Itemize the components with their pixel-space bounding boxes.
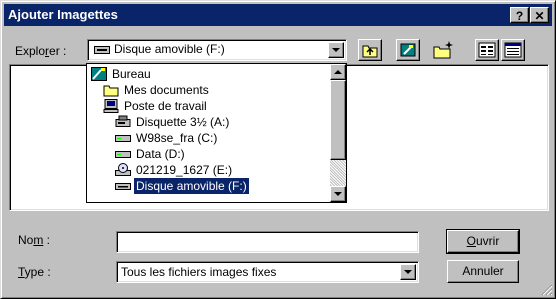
list-view-icon — [478, 42, 496, 58]
folder-icon — [103, 85, 119, 97]
explorer-dropdown-button[interactable] — [328, 42, 344, 58]
up-folder-icon — [362, 45, 378, 58]
scroll-thumb[interactable] — [330, 80, 346, 160]
filename-input[interactable] — [116, 231, 419, 253]
explorer-label: Explorer : — [15, 44, 67, 58]
desktop-icon — [400, 43, 416, 57]
filetype-select[interactable]: Tous les fichiers images fixes — [116, 261, 419, 283]
dropdown-scrollbar[interactable] — [330, 64, 346, 202]
help-button[interactable]: ? — [510, 7, 529, 23]
computer-icon — [103, 99, 119, 113]
up-folder-button[interactable] — [358, 39, 382, 61]
new-folder-icon — [433, 41, 453, 59]
filetype-dropdown-button[interactable] — [400, 264, 416, 280]
desktop-icon — [91, 67, 107, 81]
drive-icon — [115, 135, 131, 142]
details-view-icon — [504, 42, 522, 58]
resize-grip-icon[interactable] — [541, 284, 553, 296]
floppy-icon — [115, 115, 131, 127]
filetype-value: Tous les fichiers images fixes — [121, 265, 277, 279]
explorer-value: Disque amovible (F:) — [114, 42, 225, 56]
explorer-dropdown-list[interactable]: Bureau Mes documents Poste de travail Di… — [86, 63, 347, 203]
open-button[interactable]: Ouvrir — [446, 229, 520, 254]
close-button[interactable]: ✕ — [530, 7, 549, 23]
desktop-button[interactable] — [396, 39, 420, 61]
dialog-window: Ajouter Imagettes ? ✕ Explorer : Disque … — [0, 0, 556, 299]
dialog-title: Ajouter Imagettes — [8, 7, 118, 22]
filename-label: Nom : — [18, 233, 51, 247]
filetype-label: Type : — [18, 265, 51, 279]
explorer-combo[interactable]: Disque amovible (F:) — [87, 39, 347, 61]
list-view-button[interactable] — [475, 39, 499, 61]
drive-icon — [115, 151, 131, 158]
details-view-button[interactable] — [501, 39, 525, 61]
title-bar: Ajouter Imagettes ? ✕ — [4, 4, 552, 26]
new-folder-button[interactable] — [431, 39, 455, 61]
removable-drive-icon — [115, 183, 131, 190]
arrow-up-icon — [334, 70, 342, 74]
cdrom-icon — [115, 163, 131, 176]
scroll-up-button[interactable] — [330, 64, 346, 80]
cancel-button[interactable]: Annuler — [447, 260, 519, 283]
removable-drive-icon — [94, 46, 110, 54]
scroll-down-button[interactable] — [330, 186, 346, 202]
arrow-down-icon — [334, 192, 342, 196]
